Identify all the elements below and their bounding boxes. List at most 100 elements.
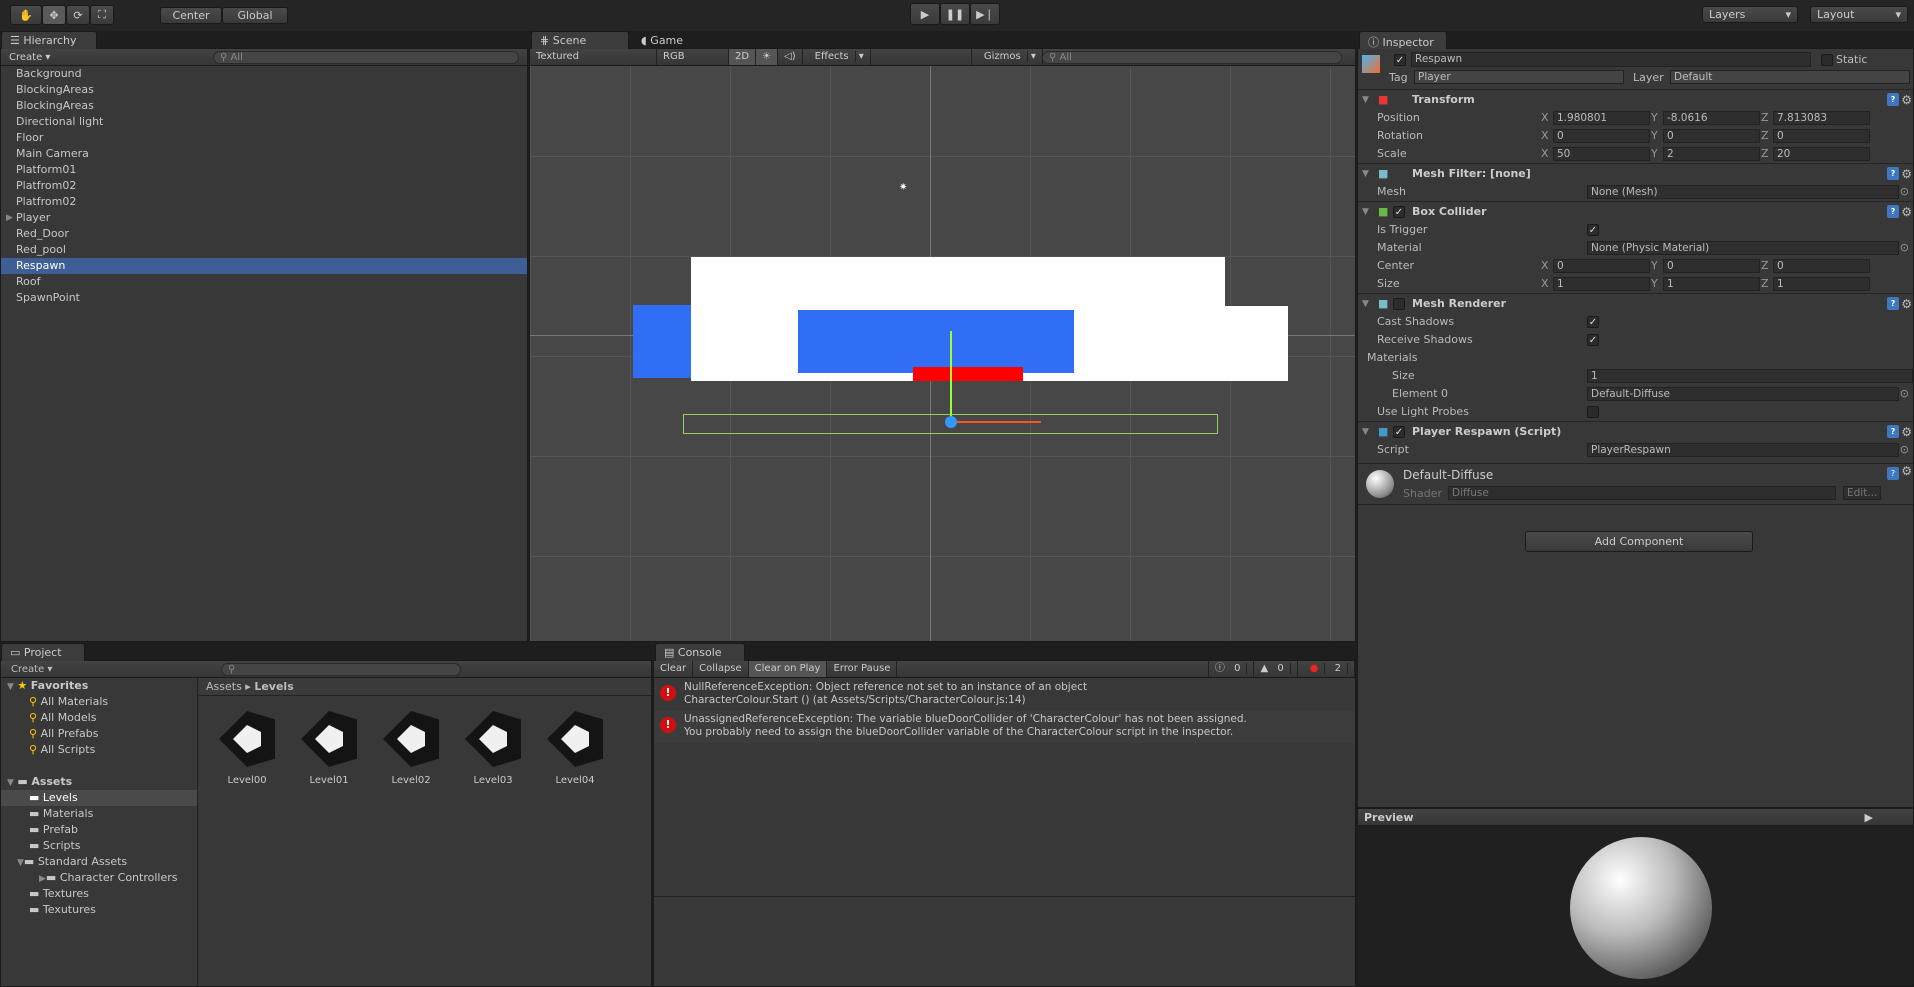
project-tree-item[interactable]: ▬ Texutures	[1, 902, 197, 918]
breadcrumb-levels[interactable]: Levels	[254, 680, 293, 693]
foldout-arrow-icon[interactable]: ▼	[1362, 422, 1369, 442]
vector-field[interactable]: 1.980801	[1553, 111, 1650, 125]
clear-button[interactable]: Clear	[654, 661, 694, 677]
enabled-checkbox[interactable]: ✓	[1393, 206, 1405, 218]
error-count-toggle[interactable]: ● 2	[1298, 661, 1355, 677]
component-header[interactable]: ▼ ■ Transform? ⚙	[1358, 89, 1913, 109]
project-tree-item[interactable]: ▶▬ Character Controllers	[1, 870, 197, 886]
scene-search-input[interactable]: ⚲ All	[1042, 51, 1342, 64]
property-checkbox[interactable]: ✓	[1587, 316, 1599, 328]
object-field[interactable]: None (Physic Material)	[1587, 241, 1899, 255]
project-tree-item[interactable]: ▼ ★ Favorites	[1, 678, 197, 694]
project-tree-item[interactable]: ⚲ All Scripts	[1, 742, 197, 758]
tab-scene[interactable]: ⋕ Scene	[531, 31, 629, 49]
effects-dropdown[interactable]: Effects ▾	[803, 49, 871, 65]
gear-icon[interactable]: ⚙	[1901, 164, 1912, 184]
object-field[interactable]: Default-Diffuse	[1587, 387, 1899, 401]
step-button[interactable]: ▶❘	[970, 3, 1000, 25]
tag-dropdown[interactable]: Player	[1414, 70, 1624, 84]
scene-asset[interactable]: Level01	[293, 711, 365, 786]
info-count-toggle[interactable]: ⓘ 0	[1207, 661, 1255, 677]
project-tree-item[interactable]: ▬ Levels	[1, 790, 197, 806]
project-tree-item[interactable]: ▬ Scripts	[1, 838, 197, 854]
component-header[interactable]: ▼ ■ Mesh Renderer? ⚙	[1358, 293, 1913, 313]
hierarchy-search-input[interactable]: ⚲ All	[213, 51, 519, 64]
vector-field[interactable]: 50	[1553, 147, 1650, 161]
hierarchy-item[interactable]: Platfrom02	[1, 194, 527, 210]
console-log-entry[interactable]: ! UnassignedReferenceException: The varia…	[654, 711, 1355, 743]
object-picker-icon[interactable]: ⊙	[1900, 183, 1909, 201]
name-field[interactable]: Respawn	[1411, 52, 1811, 67]
lighting-toggle-icon[interactable]: ☀	[756, 49, 779, 65]
hierarchy-item[interactable]: Red_Door	[1, 226, 527, 242]
number-field[interactable]: 1	[1587, 369, 1913, 383]
component-header[interactable]: ▼ ■ Mesh Filter: [none]? ⚙	[1358, 163, 1913, 183]
vector-field[interactable]: 0	[1663, 259, 1760, 273]
move-gizmo-y-arrow[interactable]	[950, 331, 952, 421]
expand-arrow-icon[interactable]: ▶	[6, 210, 13, 226]
scale-tool-button[interactable]: ⛶	[90, 5, 114, 25]
layer-dropdown[interactable]: Default	[1670, 70, 1910, 84]
tab-console[interactable]: ▤ Console	[655, 643, 745, 661]
render-mode-dropdown[interactable]: Textured	[530, 49, 657, 65]
breadcrumb-assets[interactable]: Assets	[206, 680, 242, 693]
help-icon[interactable]: ?	[1887, 93, 1899, 106]
vector-field[interactable]: 2	[1663, 147, 1760, 161]
component-header[interactable]: ▼ ■ ✓ Box Collider? ⚙	[1358, 201, 1913, 221]
gear-icon[interactable]: ⚙	[1901, 464, 1912, 478]
tab-game[interactable]: ◖ Game	[632, 31, 712, 49]
hierarchy-item[interactable]: Platfrom02	[1, 178, 527, 194]
move-gizmo-x-arrow[interactable]	[951, 421, 1041, 423]
enabled-checkbox[interactable]: ✓	[1393, 426, 1405, 438]
move-tool-button[interactable]: ✥	[42, 5, 66, 25]
console-log-entry[interactable]: ! NullReferenceException: Object referenc…	[654, 679, 1355, 711]
help-icon[interactable]: ?	[1887, 205, 1899, 218]
component-header[interactable]: ▼ ■ ✓ Player Respawn (Script)? ⚙	[1358, 421, 1913, 441]
project-tree-item[interactable]: ▼ ▬ Assets	[1, 774, 197, 790]
space-global-button[interactable]: Global	[222, 7, 288, 24]
vector-field[interactable]: 20	[1773, 147, 1870, 161]
project-tree-item[interactable]: ▬ Textures	[1, 886, 197, 902]
scene-asset[interactable]: Level04	[539, 711, 611, 786]
hierarchy-item[interactable]: Main Camera	[1, 146, 527, 162]
object-field[interactable]: None (Mesh)	[1587, 185, 1899, 199]
tab-hierarchy[interactable]: ☰ Hierarchy	[1, 31, 97, 49]
project-tree-item[interactable]: ⚲ All Models	[1, 710, 197, 726]
project-tree-item[interactable]: ▬ Materials	[1, 806, 197, 822]
help-icon[interactable]: ?	[1887, 467, 1899, 480]
object-picker-icon[interactable]: ⊙	[1900, 239, 1909, 257]
color-mode-dropdown[interactable]: RGB	[657, 49, 729, 65]
edit-shader-button[interactable]: Edit...	[1843, 486, 1881, 500]
foldout-arrow-icon[interactable]: ▼	[1362, 202, 1369, 222]
object-picker-icon[interactable]: ⊙	[1900, 385, 1909, 403]
vector-field[interactable]: 7.813083	[1773, 111, 1870, 125]
gear-icon[interactable]: ⚙	[1901, 90, 1912, 110]
help-icon[interactable]: ?	[1887, 167, 1899, 180]
vector-field[interactable]: 0	[1773, 259, 1870, 273]
vector-field[interactable]: -8.0616	[1663, 111, 1760, 125]
hierarchy-item[interactable]: BlockingAreas	[1, 82, 527, 98]
add-component-button[interactable]: Add Component	[1525, 531, 1753, 552]
active-checkbox[interactable]: ✓	[1394, 54, 1406, 66]
hierarchy-item[interactable]: Respawn	[1, 258, 527, 274]
vector-field[interactable]: 1	[1663, 277, 1760, 291]
help-icon[interactable]: ?	[1887, 297, 1899, 310]
object-picker-icon[interactable]: ⊙	[1900, 441, 1909, 459]
project-tree-item[interactable]: ▬ Prefab	[1, 822, 197, 838]
hierarchy-item[interactable]: ▶ Player	[1, 210, 527, 226]
hierarchy-item[interactable]: Roof	[1, 274, 527, 290]
foldout-arrow-icon[interactable]: ▼	[1362, 164, 1369, 184]
hand-tool-button[interactable]: ✋	[10, 5, 42, 25]
project-search-input[interactable]: ⚲	[221, 663, 461, 676]
hierarchy-item[interactable]: Floor	[1, 130, 527, 146]
object-field[interactable]: PlayerRespawn	[1587, 443, 1899, 457]
gear-icon[interactable]: ⚙	[1901, 422, 1912, 442]
foldout-arrow-icon[interactable]: ▼	[1362, 294, 1369, 314]
pivot-center-button[interactable]: Center	[160, 7, 222, 24]
create-dropdown[interactable]: Create ▾	[1, 664, 62, 675]
property-checkbox[interactable]: ✓	[1587, 334, 1599, 346]
material-preview-sphere[interactable]	[1570, 837, 1712, 979]
help-icon[interactable]: ?	[1887, 425, 1899, 438]
vector-field[interactable]: 0	[1553, 129, 1650, 143]
gear-icon[interactable]: ⚙	[1901, 202, 1912, 222]
